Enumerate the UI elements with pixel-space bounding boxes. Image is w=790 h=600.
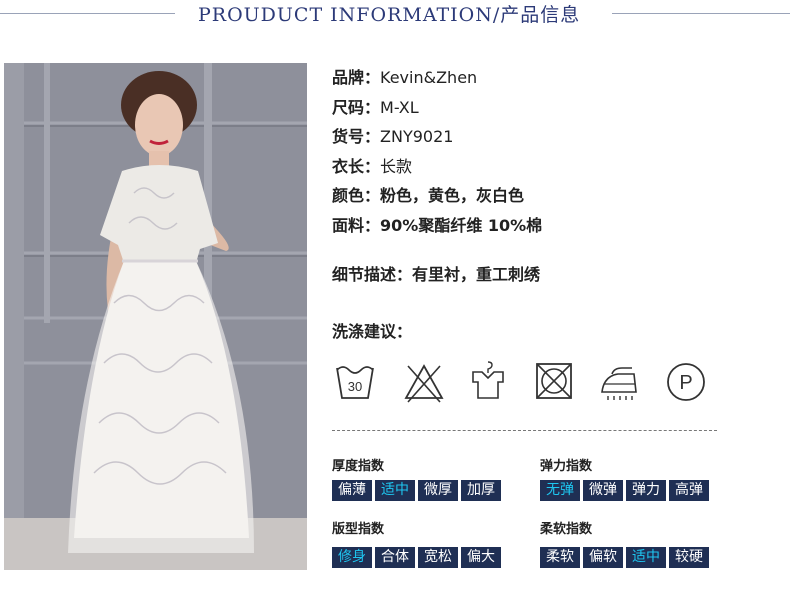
softness-option: 偏软 xyxy=(583,547,623,568)
softness-option: 柔软 xyxy=(540,547,580,568)
wash-temp: 30 xyxy=(348,379,362,394)
fit-option: 偏大 xyxy=(461,547,501,568)
spec-size: 尺码：M-XL xyxy=(332,94,419,118)
hang-dry-icon xyxy=(467,358,509,404)
softness-index: 柔软 偏软 适中 较硬 xyxy=(540,547,709,568)
spec-detail-value: 有里衬，重工刺绣 xyxy=(412,265,541,284)
thickness-option-selected: 适中 xyxy=(375,480,415,501)
thickness-option: 偏薄 xyxy=(332,480,372,501)
thickness-option: 加厚 xyxy=(461,480,501,501)
fit-option: 宽松 xyxy=(418,547,458,568)
page-title: PROUDUCT INFORMATION/产品信息 xyxy=(198,4,581,26)
spec-color: 颜色：粉色，黄色，灰白色 xyxy=(332,182,524,206)
elasticity-option: 高弹 xyxy=(669,480,709,501)
elasticity-option-selected: 无弹 xyxy=(540,480,580,501)
spec-brand-label: 品牌： xyxy=(332,68,381,87)
elasticity-index: 无弹 微弹 弹力 高弹 xyxy=(540,480,709,501)
spec-sku-label: 货号： xyxy=(332,127,381,146)
product-photo xyxy=(4,63,307,570)
spec-length-label: 衣长： xyxy=(332,157,381,176)
dry-clean-p-icon: P xyxy=(665,358,707,404)
spec-fabric: 面料：90%聚酯纤维 10%棉 xyxy=(332,212,542,236)
softness-option-selected: 适中 xyxy=(626,547,666,568)
wash-30-icon: 30 xyxy=(334,358,376,404)
dry-clean-letter: P xyxy=(679,372,692,394)
fit-index-title: 版型指数 xyxy=(332,522,385,537)
fit-index: 修身 合体 宽松 偏大 xyxy=(332,547,501,568)
section-divider xyxy=(332,430,717,431)
thickness-index-title: 厚度指数 xyxy=(332,459,385,474)
thickness-option: 微厚 xyxy=(418,480,458,501)
iron-icon xyxy=(598,358,640,404)
spec-brand: 品牌：Kevin&Zhen xyxy=(332,64,477,88)
spec-brand-value: Kevin&Zhen xyxy=(380,68,478,87)
softness-option: 较硬 xyxy=(669,547,709,568)
no-bleach-icon xyxy=(403,358,445,404)
elasticity-option: 弹力 xyxy=(626,480,666,501)
spec-sku-value: ZNY9021 xyxy=(380,127,454,146)
spec-detail: 细节描述：有里衬，重工刺绣 xyxy=(332,261,540,285)
spec-color-value: 粉色，黄色，灰白色 xyxy=(380,186,525,205)
spec-length-value: 长款 xyxy=(380,157,413,176)
no-tumble-dry-icon xyxy=(533,358,575,404)
elasticity-option: 微弹 xyxy=(583,480,623,501)
spec-detail-label: 细节描述： xyxy=(332,265,413,284)
spec-length: 衣长：长款 xyxy=(332,153,412,177)
wash-heading-label: 洗涤建议： xyxy=(332,322,413,341)
spec-sku: 货号：ZNY9021 xyxy=(332,123,453,147)
softness-index-title: 柔软指数 xyxy=(540,522,593,537)
fit-option: 合体 xyxy=(375,547,415,568)
spec-color-label: 颜色： xyxy=(332,186,381,205)
wash-heading: 洗涤建议： xyxy=(332,318,412,342)
fit-option-selected: 修身 xyxy=(332,547,372,568)
spec-size-value: M-XL xyxy=(380,98,419,117)
spec-size-label: 尺码： xyxy=(332,98,381,117)
elasticity-index-title: 弹力指数 xyxy=(540,459,593,474)
spec-fabric-value: 90%聚酯纤维 10%棉 xyxy=(380,216,543,235)
header-rule-right xyxy=(612,13,790,14)
header-rule-left xyxy=(0,13,175,14)
thickness-index: 偏薄 适中 微厚 加厚 xyxy=(332,480,501,501)
spec-fabric-label: 面料： xyxy=(332,216,381,235)
